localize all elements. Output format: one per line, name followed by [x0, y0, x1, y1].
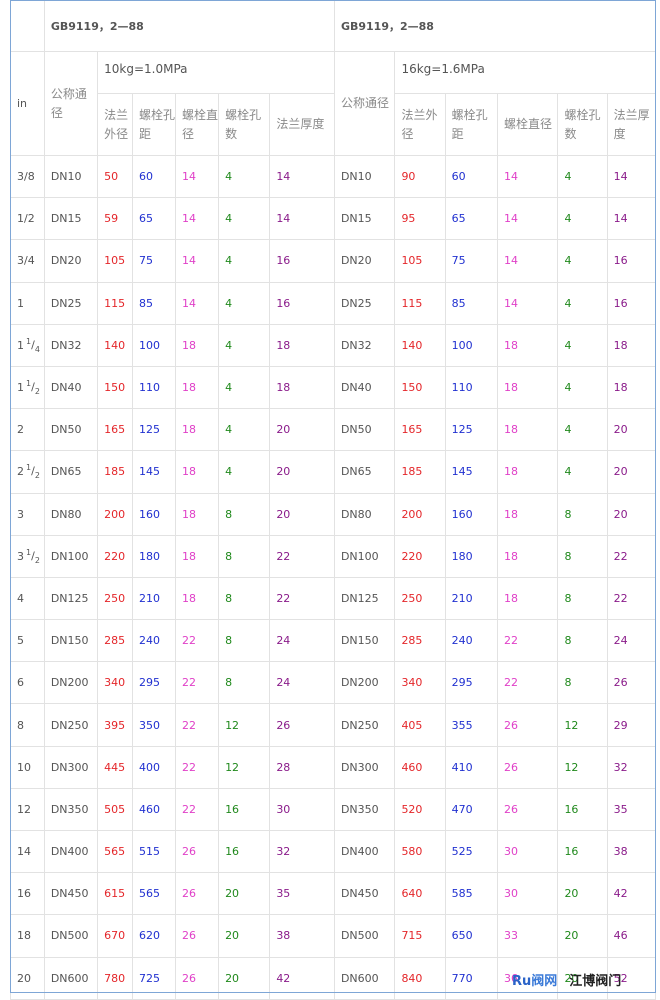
watermark-brand: 江博阀门: [569, 974, 622, 989]
watermark-logo-ru: Ru: [512, 974, 532, 989]
watermark-logo-mid: 阀网: [531, 974, 558, 989]
table-frame: [10, 0, 656, 993]
watermark: Ru阀网 江博阀门: [512, 970, 621, 989]
